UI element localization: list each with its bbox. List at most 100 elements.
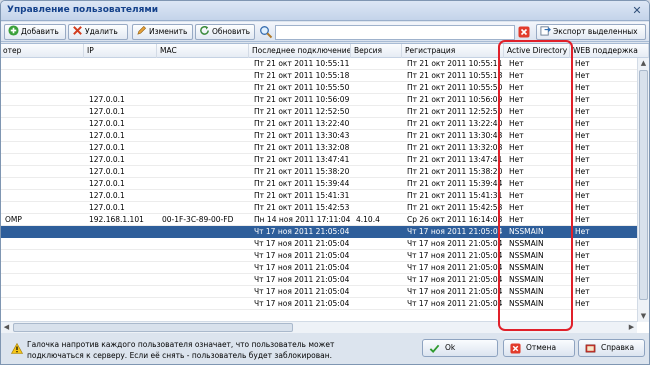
table-row[interactable]: 127.0.0.1 Пт 21 окт 2011 12:52:50 Пт 21 ок…: [1, 106, 637, 118]
help-button[interactable]: Справка: [578, 339, 645, 357]
cell-web: Нет: [575, 143, 590, 152]
cell-ip: [87, 82, 157, 94]
cell-ip: 127.0.0.1: [89, 167, 125, 176]
col-last-connection[interactable]: Последнее подключение: [250, 44, 351, 58]
cell-computer: [3, 250, 85, 262]
cell-mac: [160, 70, 250, 82]
cell-ad: NSSMAIN: [509, 299, 544, 308]
table-row[interactable]: Чт 17 ноя 2011 21:05:04 Чт 17 ноя 2011 21…: [1, 250, 637, 262]
cell-ip: [87, 298, 157, 310]
cell-computer: OMP: [5, 215, 22, 224]
cell-computer: [3, 226, 85, 238]
table-row[interactable]: Чт 17 ноя 2011 21:05:04 Чт 17 ноя 2011 21…: [1, 286, 637, 298]
warning-icon: [11, 343, 23, 354]
cell-last-conn: Пт 21 окт 2011 10:56:09: [254, 95, 350, 104]
cell-mac: [160, 262, 250, 274]
cell-version: [354, 238, 402, 250]
add-button[interactable]: Добавить: [4, 24, 66, 40]
scroll-right-icon[interactable]: ▶: [626, 322, 637, 333]
edit-button[interactable]: Изменить: [132, 24, 193, 40]
footer-note-line-1: Галочка напротив каждого пользователя оз…: [27, 340, 335, 349]
cell-last-conn: Пт 21 окт 2011 10:55:50: [254, 83, 350, 92]
table-row[interactable]: Чт 17 ноя 2011 21:05:04 Чт 17 ноя 2011 21…: [1, 298, 637, 310]
scroll-left-icon[interactable]: ◀: [1, 322, 12, 333]
table-row[interactable]: 127.0.0.1 Пт 21 окт 2011 15:41:31 Пт 21 ок…: [1, 190, 637, 202]
cell-registration: Ср 26 окт 2011 16:14:03: [407, 215, 503, 224]
search-icon[interactable]: [259, 25, 273, 39]
cell-last-conn: Чт 17 ноя 2011 21:05:04: [254, 287, 350, 296]
col-active-directory[interactable]: Active Directory: [505, 44, 570, 58]
ok-button[interactable]: Ok: [422, 339, 498, 357]
table-row[interactable]: Чт 17 ноя 2011 21:05:04 Чт 17 ноя 2011 21…: [1, 274, 637, 286]
cell-version: [354, 190, 402, 202]
refresh-button-label: Обновить: [212, 27, 251, 36]
cell-web: Нет: [575, 131, 590, 140]
horizontal-scroll-thumb[interactable]: [13, 323, 293, 332]
cell-last-conn: Чт 17 ноя 2011 21:05:04: [254, 239, 350, 248]
table-row[interactable]: Пт 21 окт 2011 10:55:18 Пт 21 окт 2011 10…: [1, 70, 637, 82]
cell-computer: [3, 274, 85, 286]
close-icon[interactable]: ✕: [631, 5, 643, 17]
cell-ip: 127.0.0.1: [89, 95, 125, 104]
cell-computer: [3, 94, 85, 106]
cell-registration: Чт 17 ноя 2011 21:05:04: [407, 251, 503, 260]
table-row[interactable]: 127.0.0.1 Пт 21 окт 2011 13:47:41 Пт 21 ок…: [1, 154, 637, 166]
table-row[interactable]: Чт 17 ноя 2011 21:05:04 Чт 17 ноя 2011 21…: [1, 238, 637, 250]
scroll-down-icon[interactable]: ▼: [638, 311, 649, 322]
table-row[interactable]: Пт 21 окт 2011 10:55:50 Пт 21 окт 2011 10…: [1, 82, 637, 94]
table-row[interactable]: Чт 17 ноя 2011 21:05:04 Чт 17 ноя 2011 21…: [1, 226, 637, 238]
cell-last-conn: Пт 21 окт 2011 13:22:40: [254, 119, 350, 128]
cell-web: Нет: [575, 227, 590, 236]
table-row[interactable]: 127.0.0.1 Пт 21 окт 2011 10:56:09 Пт 21 ок…: [1, 94, 637, 106]
edit-button-label: Изменить: [149, 27, 188, 36]
table-row[interactable]: 127.0.0.1 Пт 21 окт 2011 13:22:40 Пт 21 ок…: [1, 118, 637, 130]
table-row[interactable]: 127.0.0.1 Пт 21 окт 2011 15:38:20 Пт 21 ок…: [1, 166, 637, 178]
cell-ip: 127.0.0.1: [89, 179, 125, 188]
table-row[interactable]: 127.0.0.1 Пт 21 окт 2011 13:32:08 Пт 21 ок…: [1, 142, 637, 154]
cell-ip: 192.168.1.101: [89, 215, 144, 224]
cell-ad: Нет: [509, 203, 524, 212]
cell-registration: Чт 17 ноя 2011 21:05:04: [407, 263, 503, 272]
cell-registration: Чт 17 ноя 2011 21:05:04: [407, 227, 503, 236]
clear-search-icon[interactable]: [518, 26, 530, 38]
col-registration[interactable]: Регистрация: [403, 44, 504, 58]
table-row[interactable]: Пт 21 окт 2011 10:55:11 Пт 21 окт 2011 10…: [1, 58, 637, 70]
cell-web: Нет: [575, 251, 590, 260]
cell-registration: Пт 21 окт 2011 15:39:44: [407, 179, 503, 188]
col-computer[interactable]: отер: [1, 44, 84, 58]
table-row[interactable]: 127.0.0.1 Пт 21 окт 2011 15:42:53 Пт 21 ок…: [1, 202, 637, 214]
export-selected-button[interactable]: Экспорт выделенных: [536, 24, 646, 40]
scroll-up-icon[interactable]: ▲: [638, 58, 649, 69]
delete-button[interactable]: Удалить: [68, 24, 128, 40]
cancel-button[interactable]: Отмена: [503, 339, 575, 357]
cell-version: [354, 226, 402, 238]
table-row[interactable]: 127.0.0.1 Пт 21 окт 2011 13:30:43 Пт 21 ок…: [1, 130, 637, 142]
cell-ip: 127.0.0.1: [89, 191, 125, 200]
cell-ip: [87, 58, 157, 70]
cell-ad: Нет: [509, 167, 524, 176]
col-ip[interactable]: IP: [85, 44, 157, 58]
table-row[interactable]: 127.0.0.1 Пт 21 окт 2011 15:39:44 Пт 21 ок…: [1, 178, 637, 190]
users-table: отер IP MAC Последнее подключение Версия…: [1, 43, 649, 333]
col-mac[interactable]: MAC: [158, 44, 249, 58]
col-version[interactable]: Версия: [352, 44, 402, 58]
search-input[interactable]: [275, 25, 515, 40]
cell-last-conn: Чт 17 ноя 2011 21:05:04: [254, 227, 350, 236]
footer: Галочка напротив каждого пользователя оз…: [1, 334, 649, 364]
cell-computer: [3, 70, 85, 82]
cell-ip: [87, 274, 157, 286]
horizontal-scrollbar[interactable]: ◀ ▶: [1, 321, 637, 333]
table-row[interactable]: OMP 192.168.1.101 00-1F-3C-89-00-FD Пн 14 н…: [1, 214, 637, 226]
cell-mac: [160, 274, 250, 286]
col-web-support[interactable]: WEB поддержка: [571, 44, 649, 58]
cancel-icon: [510, 343, 521, 354]
refresh-button[interactable]: Обновить: [195, 24, 255, 40]
cell-computer: [3, 238, 85, 250]
table-row[interactable]: Чт 17 ноя 2011 21:05:04 Чт 17 ноя 2011 21…: [1, 262, 637, 274]
cell-registration: Пт 21 окт 2011 15:41:31: [407, 191, 503, 200]
vertical-scroll-thumb[interactable]: [639, 70, 648, 300]
cell-mac: [160, 130, 250, 142]
vertical-scrollbar[interactable]: ▲ ▼: [637, 58, 649, 322]
cell-ad: NSSMAIN: [509, 251, 544, 260]
cell-mac: [160, 118, 250, 130]
